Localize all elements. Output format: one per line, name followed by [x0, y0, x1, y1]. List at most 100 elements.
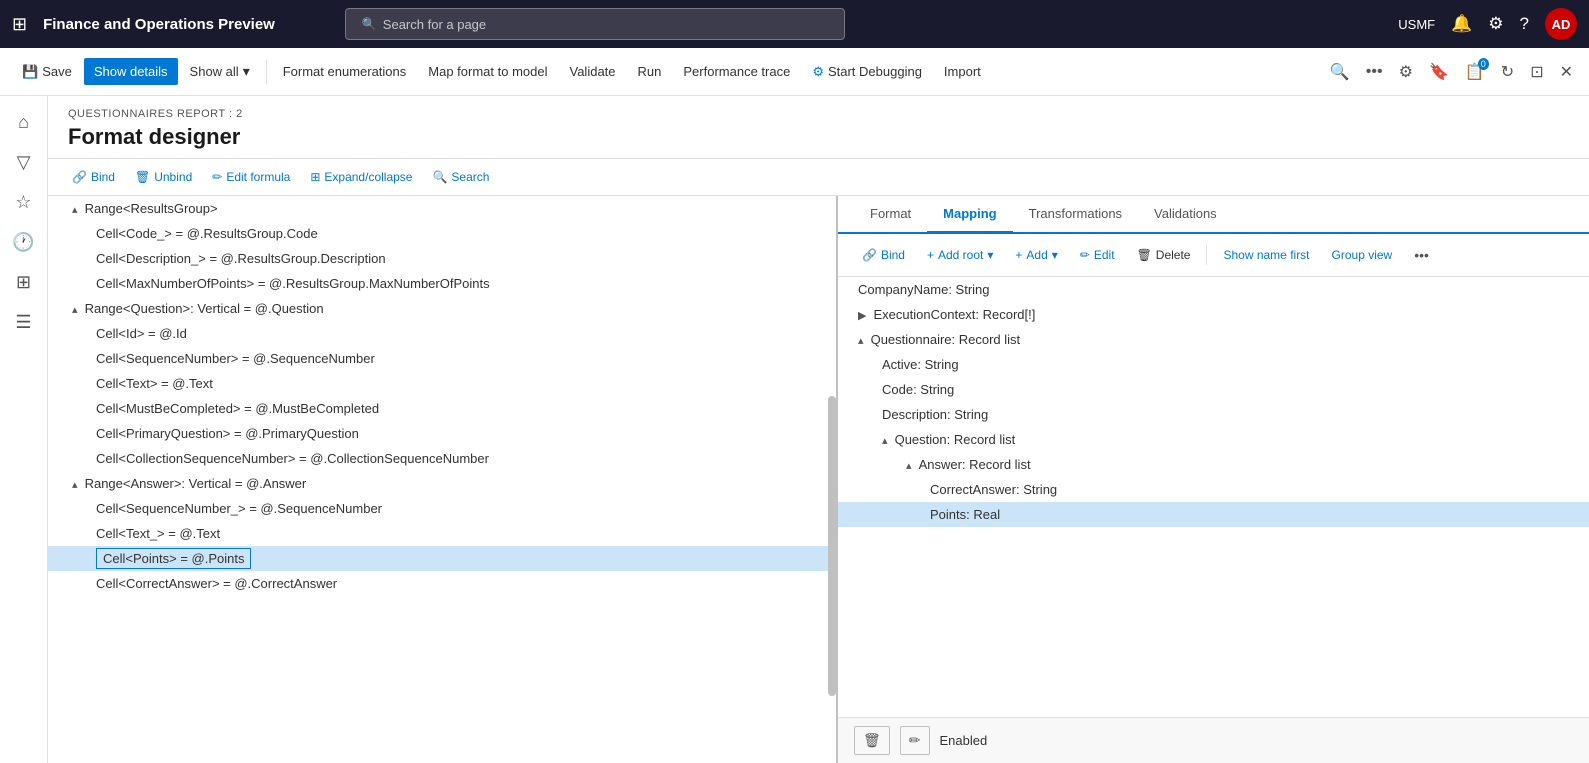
- tab-validations[interactable]: Validations: [1138, 196, 1233, 234]
- global-search[interactable]: 🔍 Search for a page: [345, 8, 845, 40]
- sidebar-icon-home[interactable]: ⌂: [6, 104, 42, 140]
- tree-item[interactable]: ▴ Range<Question>: Vertical = @.Question: [48, 296, 836, 321]
- settings-icon[interactable]: ⚙: [1488, 14, 1503, 34]
- more-options-button[interactable]: •••: [1406, 242, 1437, 268]
- help-icon[interactable]: ?: [1520, 14, 1529, 34]
- bookmark-icon[interactable]: 🔖: [1425, 58, 1453, 86]
- tree-item[interactable]: ▴ Range<Answer>: Vertical = @.Answer: [48, 471, 836, 496]
- delete-bottom-button[interactable]: 🗑: [854, 726, 890, 755]
- search-button[interactable]: 🔍 Search: [424, 165, 497, 189]
- tree-item[interactable]: Cell<Points> = @.Points: [48, 546, 836, 571]
- app-grid-icon[interactable]: ⊞: [12, 14, 27, 35]
- more-options-button[interactable]: •••: [1362, 59, 1387, 85]
- chevron-down-icon: ▾: [243, 63, 250, 80]
- tree-arrow-icon[interactable]: ▴: [72, 204, 81, 216]
- start-debugging-button[interactable]: ⚙ Start Debugging: [802, 58, 932, 86]
- mapping-item-label: Code: String: [882, 382, 954, 397]
- mapping-item-label: CorrectAnswer: String: [930, 482, 1057, 497]
- tree-item[interactable]: Cell<SequenceNumber_> = @.SequenceNumber: [48, 496, 836, 521]
- search-action-icon[interactable]: 🔍: [1326, 58, 1354, 86]
- close-icon[interactable]: ✕: [1556, 58, 1577, 86]
- format-enumerations-button[interactable]: Format enumerations: [273, 58, 417, 85]
- mapping-item[interactable]: Description: String: [838, 402, 1589, 427]
- tree-item-label: Cell<Text> = @.Text: [96, 376, 213, 391]
- add-button[interactable]: + Add ▾: [1007, 243, 1065, 267]
- debug-icon: ⚙: [812, 64, 824, 80]
- chevron-down-icon: ▾: [1052, 248, 1058, 262]
- chevron-down-icon: ▾: [987, 248, 993, 262]
- settings-action-icon[interactable]: ⚙: [1395, 58, 1417, 86]
- sidebar-icon-grid[interactable]: ⊞: [6, 264, 42, 300]
- mapping-item[interactable]: Active: String: [838, 352, 1589, 377]
- tree-item[interactable]: Cell<CollectionSequenceNumber> = @.Colle…: [48, 446, 836, 471]
- mapping-item[interactable]: Points: Real: [838, 502, 1589, 527]
- map-format-to-model-button[interactable]: Map format to model: [418, 58, 557, 85]
- show-name-first-button[interactable]: Show name first: [1215, 243, 1317, 267]
- sidebar-icon-star[interactable]: ☆: [6, 184, 42, 220]
- mapping-arrow-icon[interactable]: ▴: [882, 435, 891, 447]
- tree-item[interactable]: Cell<Description_> = @.ResultsGroup.Desc…: [48, 246, 836, 271]
- tree-arrow-icon[interactable]: ▴: [72, 304, 81, 316]
- mapping-item-label: Active: String: [882, 357, 959, 372]
- tree-item-label: Cell<Description_> = @.ResultsGroup.Desc…: [96, 251, 386, 266]
- mapping-arrow-icon[interactable]: ▴: [858, 335, 867, 347]
- user-avatar[interactable]: AD: [1545, 8, 1577, 40]
- tree-item[interactable]: Cell<CorrectAnswer> = @.CorrectAnswer: [48, 571, 836, 596]
- search-icon: 🔍: [432, 170, 447, 184]
- mapping-item[interactable]: ▴ Answer: Record list: [838, 452, 1589, 477]
- save-button[interactable]: 💾 Save: [12, 58, 82, 86]
- edit-button[interactable]: ✏ Edit: [1072, 243, 1123, 267]
- badge-icon[interactable]: 📋0: [1461, 58, 1489, 86]
- tree-arrow-icon[interactable]: ▴: [72, 479, 81, 491]
- tree-item[interactable]: Cell<Text_> = @.Text: [48, 521, 836, 546]
- tree-item[interactable]: Cell<Text> = @.Text: [48, 371, 836, 396]
- validate-button[interactable]: Validate: [560, 58, 626, 85]
- mapping-item[interactable]: ▶ ExecutionContext: Record[!]: [838, 302, 1589, 327]
- add-root-button[interactable]: + Add root ▾: [919, 243, 1001, 267]
- bind-button[interactable]: 🔗 Bind: [64, 165, 123, 189]
- mapping-item[interactable]: Code: String: [838, 377, 1589, 402]
- tabs-bar: Format Mapping Transformations Validatio…: [838, 196, 1589, 234]
- sidebar-icon-history[interactable]: 🕐: [6, 224, 42, 260]
- tree-scrollbar[interactable]: [828, 396, 836, 696]
- edit-formula-button[interactable]: ✏ Edit formula: [204, 165, 298, 189]
- mapping-bottom-bar: 🗑 ✏ Enabled: [838, 717, 1589, 763]
- expand-icon: ⊞: [310, 170, 320, 184]
- show-all-button[interactable]: Show all ▾: [180, 57, 260, 86]
- top-navigation: ⊞ Finance and Operations Preview 🔍 Searc…: [0, 0, 1589, 48]
- expand-icon[interactable]: ⊡: [1526, 58, 1547, 86]
- mapping-item[interactable]: ▴ Questionnaire: Record list: [838, 327, 1589, 352]
- mapping-bind-button[interactable]: 🔗 Bind: [854, 243, 913, 267]
- refresh-icon[interactable]: ↻: [1497, 58, 1518, 86]
- mapping-item[interactable]: ▴ Question: Record list: [838, 427, 1589, 452]
- sidebar-icon-list[interactable]: ☰: [6, 304, 42, 340]
- group-view-button[interactable]: Group view: [1324, 243, 1401, 267]
- tab-mapping[interactable]: Mapping: [927, 196, 1012, 234]
- performance-trace-button[interactable]: Performance trace: [673, 58, 800, 85]
- tree-item[interactable]: Cell<MaxNumberOfPoints> = @.ResultsGroup…: [48, 271, 836, 296]
- import-button[interactable]: Import: [934, 58, 991, 85]
- tree-item[interactable]: Cell<Code_> = @.ResultsGroup.Code: [48, 221, 836, 246]
- mapping-item[interactable]: CorrectAnswer: String: [838, 477, 1589, 502]
- tree-item[interactable]: Cell<SequenceNumber> = @.SequenceNumber: [48, 346, 836, 371]
- bell-icon[interactable]: 🔔: [1451, 14, 1472, 34]
- tab-transformations[interactable]: Transformations: [1013, 196, 1138, 234]
- tab-format[interactable]: Format: [854, 196, 927, 234]
- unbind-button[interactable]: 🗑 Unbind: [127, 165, 200, 189]
- show-details-button[interactable]: Show details: [84, 58, 178, 85]
- edit-bottom-button[interactable]: ✏: [900, 726, 930, 755]
- tree-item[interactable]: Cell<PrimaryQuestion> = @.PrimaryQuestio…: [48, 421, 836, 446]
- tree-item-label: Cell<PrimaryQuestion> = @.PrimaryQuestio…: [96, 426, 359, 441]
- expand-collapse-button[interactable]: ⊞ Expand/collapse: [302, 165, 420, 189]
- run-button[interactable]: Run: [628, 58, 672, 85]
- mapping-arrow-icon[interactable]: ▴: [906, 460, 915, 472]
- tree-item[interactable]: Cell<Id> = @.Id: [48, 321, 836, 346]
- mapping-item[interactable]: CompanyName: String: [838, 277, 1589, 302]
- mapping-arrow-icon[interactable]: ▶: [858, 310, 870, 322]
- delete-button[interactable]: 🗑 Delete: [1129, 243, 1199, 267]
- tree-item[interactable]: Cell<MustBeCompleted> = @.MustBeComplete…: [48, 396, 836, 421]
- tree-item[interactable]: ▴ Range<ResultsGroup>: [48, 196, 836, 221]
- edit-icon: ✏: [1080, 248, 1090, 262]
- sidebar-icon-filter[interactable]: ▽: [6, 144, 42, 180]
- unbind-icon: 🗑: [135, 170, 150, 184]
